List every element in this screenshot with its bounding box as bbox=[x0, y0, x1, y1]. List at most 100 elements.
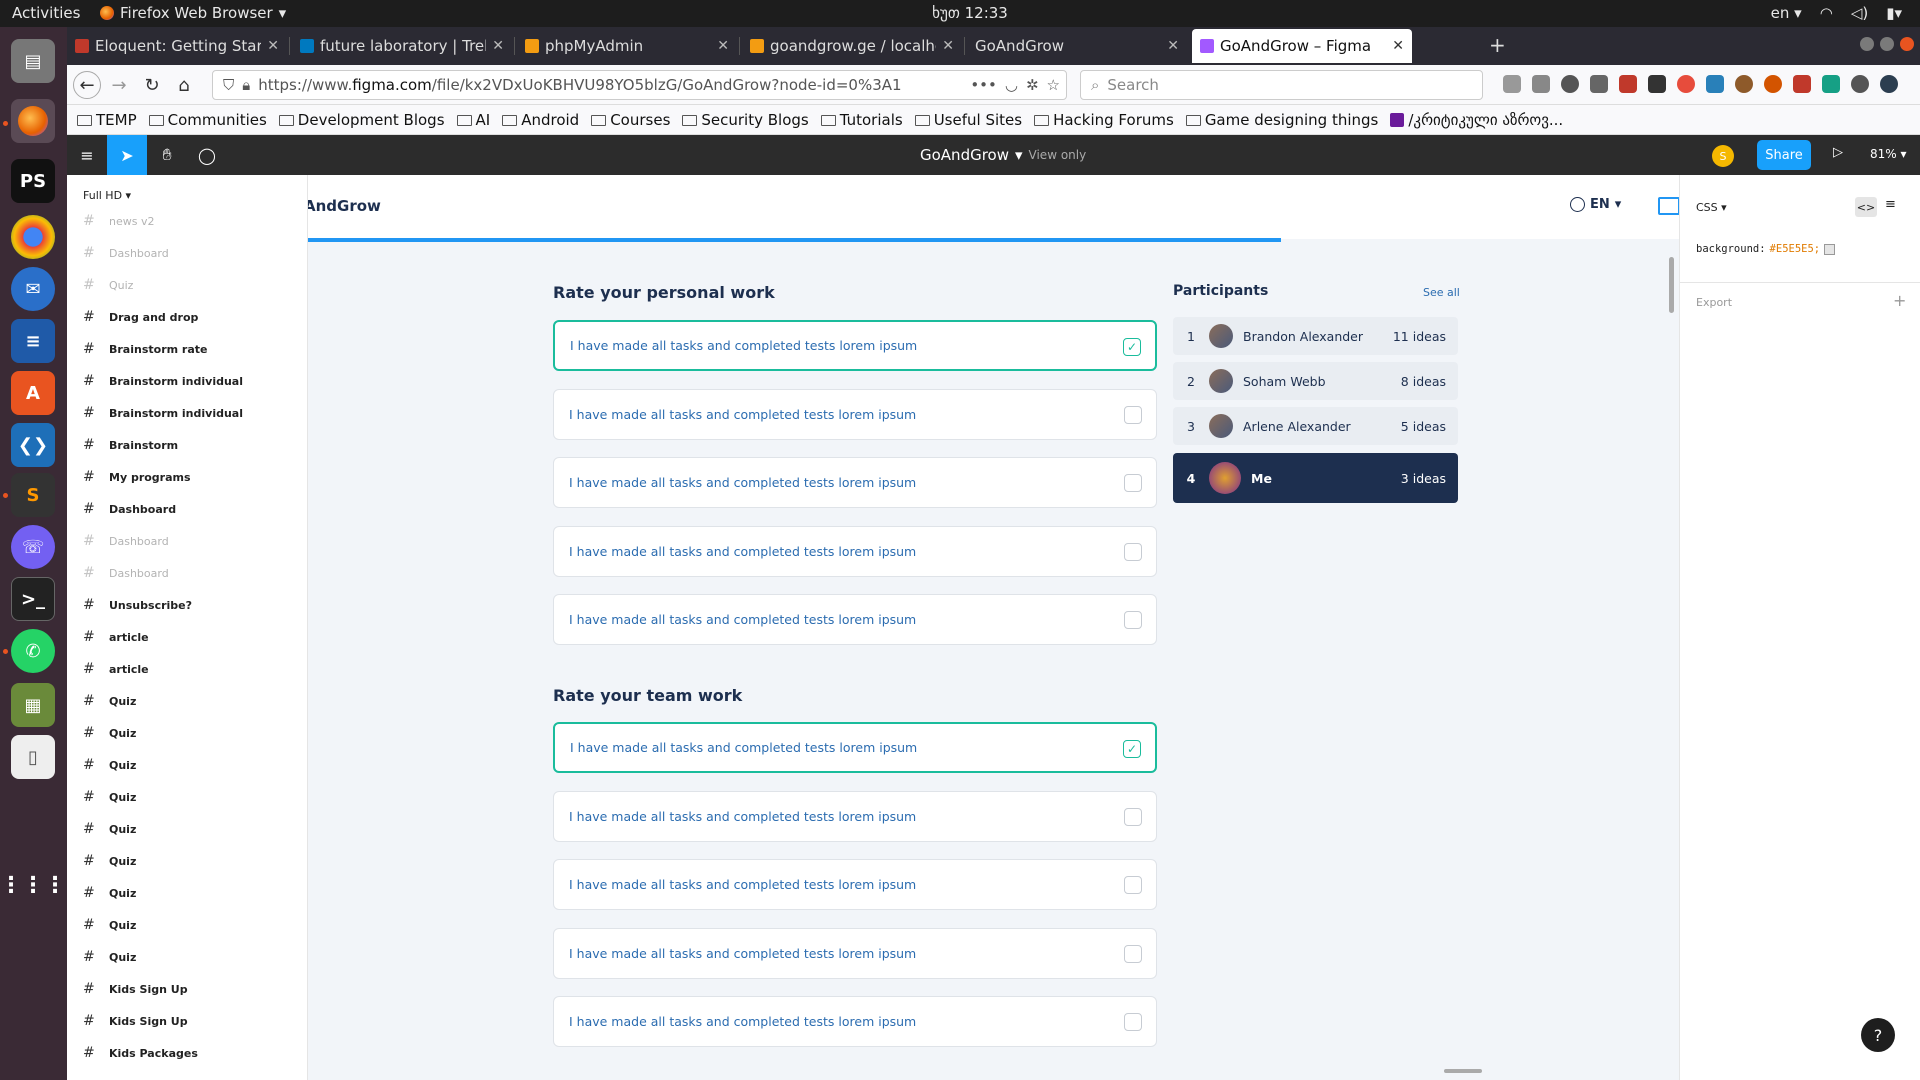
personal-work-option[interactable]: I have made all tasks and completed test… bbox=[553, 320, 1157, 371]
checkbox[interactable] bbox=[1124, 405, 1142, 424]
phpstorm-icon[interactable]: PS bbox=[11, 159, 55, 203]
bookmark-item[interactable]: Communities bbox=[148, 111, 267, 129]
writer-icon[interactable]: ≡ bbox=[11, 319, 55, 363]
tab-phpmyadmin[interactable]: phpMyAdmin ✕ bbox=[517, 29, 737, 63]
bookmark-item[interactable]: Courses bbox=[591, 111, 670, 129]
avatar[interactable]: S bbox=[1712, 145, 1734, 167]
layer-item[interactable]: # Kids Sign Up bbox=[83, 973, 188, 1005]
app-menu[interactable]: Firefox Web Browser ▾ bbox=[100, 4, 286, 22]
multi-account-icon[interactable] bbox=[1880, 75, 1898, 93]
team-work-option[interactable]: I have made all tasks and completed test… bbox=[553, 722, 1157, 773]
add-export-icon[interactable]: + bbox=[1893, 291, 1906, 310]
layer-item[interactable]: # Brainstorm individual bbox=[83, 397, 243, 429]
team-work-option[interactable]: I have made all tasks and completed test… bbox=[553, 996, 1157, 1047]
personal-work-option[interactable]: I have made all tasks and completed test… bbox=[553, 525, 1157, 577]
close-tab-icon[interactable]: ✕ bbox=[267, 38, 279, 54]
software-center-icon[interactable]: A bbox=[11, 371, 55, 415]
book-icon[interactable] bbox=[1658, 197, 1679, 215]
clock[interactable]: ხუთ 12:33 bbox=[920, 4, 1020, 22]
personal-work-option[interactable]: I have made all tasks and completed test… bbox=[553, 388, 1157, 440]
layer-item[interactable]: # Dashboard bbox=[83, 557, 169, 589]
bookmark-item[interactable]: Hacking Forums bbox=[1034, 111, 1174, 129]
close-tab-icon[interactable]: ✕ bbox=[492, 38, 504, 54]
layer-item[interactable]: # article bbox=[83, 653, 149, 685]
layer-item[interactable]: # Kids Packages bbox=[83, 1037, 198, 1069]
tab-goandgrow[interactable]: GoAndGrow ✕ bbox=[967, 29, 1187, 63]
code-language-selector[interactable]: CSS ▾ bbox=[1696, 201, 1727, 214]
new-tab-icon[interactable]: + bbox=[1489, 33, 1506, 57]
layer-item[interactable]: # Quiz bbox=[83, 813, 136, 845]
bookmark-item[interactable]: Useful Sites bbox=[914, 111, 1022, 129]
bookmark-star-icon[interactable]: ☆ bbox=[1047, 76, 1066, 94]
tab-eloquent[interactable]: Eloquent: Getting Starte ✕ bbox=[67, 29, 287, 63]
close-tab-icon[interactable]: ✕ bbox=[717, 38, 729, 54]
vscode-icon[interactable]: ❮❯ bbox=[11, 423, 55, 467]
layer-item[interactable]: # Quiz bbox=[83, 845, 136, 877]
sidebar-icon[interactable] bbox=[1532, 75, 1550, 93]
bookmark-item[interactable]: AI bbox=[456, 111, 490, 129]
personal-work-option[interactable]: I have made all tasks and completed test… bbox=[553, 457, 1157, 508]
close-window-icon[interactable] bbox=[1900, 37, 1914, 51]
wifi-icon[interactable]: ◠ bbox=[1820, 4, 1833, 22]
home-icon[interactable]: ⌂ bbox=[172, 73, 196, 97]
layer-item[interactable]: # Quiz bbox=[83, 909, 136, 941]
files-drawer-icon[interactable]: ▤ bbox=[11, 39, 55, 83]
react-devtools-icon[interactable] bbox=[1822, 75, 1840, 93]
forward-icon[interactable]: → bbox=[107, 73, 131, 97]
close-tab-icon[interactable]: ✕ bbox=[1167, 38, 1179, 54]
bookmark-item[interactable]: Tutorials bbox=[820, 111, 903, 129]
adblock-icon[interactable] bbox=[1793, 75, 1811, 93]
layer-item[interactable]: # Quiz bbox=[83, 685, 136, 717]
layer-item[interactable]: # Kids Sign Up bbox=[83, 1005, 188, 1037]
language-selector[interactable]: EN ▾ bbox=[1570, 197, 1621, 212]
maximize-icon[interactable] bbox=[1880, 37, 1894, 51]
chrome-icon[interactable] bbox=[11, 215, 55, 259]
bookmark-item[interactable]: TEMP bbox=[77, 111, 137, 129]
bookmark-item[interactable]: Android bbox=[502, 111, 579, 129]
team-work-option[interactable]: I have made all tasks and completed test… bbox=[553, 859, 1157, 910]
blocker-icon[interactable] bbox=[1677, 75, 1695, 93]
zoom-dropdown[interactable]: 81% ▾ bbox=[1870, 147, 1907, 161]
present-icon[interactable]: ▷ bbox=[1833, 145, 1843, 160]
layer-item[interactable]: # Brainstorm bbox=[83, 429, 178, 461]
horizontal-scrollbar[interactable] bbox=[1444, 1069, 1482, 1073]
close-tab-icon[interactable]: ✕ bbox=[1392, 38, 1404, 54]
bookmark-item[interactable]: /კრიტიკული აზროვ... bbox=[1390, 111, 1563, 129]
checkbox[interactable] bbox=[1124, 1013, 1142, 1031]
tab-goandgrow-localhost[interactable]: goandgrow.ge / localhos ✕ bbox=[742, 29, 962, 63]
system-tray[interactable]: en ▾ ◠ ◁) ▮▾ bbox=[1771, 4, 1902, 22]
layer-item[interactable]: # Quiz bbox=[83, 717, 136, 749]
image-viewer-icon[interactable]: ▦ bbox=[11, 683, 55, 727]
layer-item[interactable]: # Dashboard bbox=[83, 237, 169, 269]
library-icon[interactable] bbox=[1503, 75, 1521, 93]
minimize-icon[interactable] bbox=[1860, 37, 1874, 51]
vertical-scrollbar[interactable] bbox=[1669, 257, 1674, 313]
checkbox[interactable]: ✓ bbox=[1123, 338, 1141, 356]
close-tab-icon[interactable]: ✕ bbox=[942, 38, 954, 54]
help-button[interactable]: ? bbox=[1861, 1018, 1895, 1052]
layer-item[interactable]: # Brainstorm individual bbox=[83, 365, 243, 397]
tab-trello[interactable]: future laboratory | Trello ✕ bbox=[292, 29, 512, 63]
text-editor-icon[interactable]: ▯ bbox=[11, 735, 55, 779]
list-view-icon[interactable]: ≡ bbox=[1885, 197, 1896, 212]
layer-item[interactable]: # My programs bbox=[83, 461, 191, 493]
bookmark-item[interactable]: Game designing things bbox=[1185, 111, 1378, 129]
checkbox[interactable]: ✓ bbox=[1123, 740, 1141, 758]
app-grid-icon[interactable]: ⋮⋮⋮ bbox=[0, 863, 66, 907]
color-picker-icon[interactable] bbox=[1648, 75, 1666, 93]
thunderbird-icon[interactable]: ✉ bbox=[11, 267, 55, 311]
vue-devtools-icon[interactable] bbox=[1590, 75, 1608, 93]
team-work-option[interactable]: I have made all tasks and completed test… bbox=[553, 927, 1157, 979]
checkbox[interactable] bbox=[1124, 474, 1142, 492]
move-tool-icon[interactable]: ➤ bbox=[107, 135, 147, 175]
privacy-icon[interactable] bbox=[1851, 75, 1869, 93]
checkbox[interactable] bbox=[1124, 876, 1142, 894]
battery-icon[interactable]: ▮▾ bbox=[1886, 4, 1902, 22]
file-title[interactable]: GoAndGrow ▾ View only bbox=[920, 146, 1086, 164]
personal-work-option[interactable]: I have made all tasks and completed test… bbox=[553, 594, 1157, 645]
monkey-icon[interactable] bbox=[1764, 75, 1782, 93]
canvas[interactable]: AndGrow EN ▾ Rate your personal work I h… bbox=[308, 175, 1679, 1080]
text-extension-icon[interactable] bbox=[1619, 75, 1637, 93]
team-work-option[interactable]: I have made all tasks and completed test… bbox=[553, 790, 1157, 842]
search-input[interactable]: ⌕ Search bbox=[1080, 70, 1483, 100]
